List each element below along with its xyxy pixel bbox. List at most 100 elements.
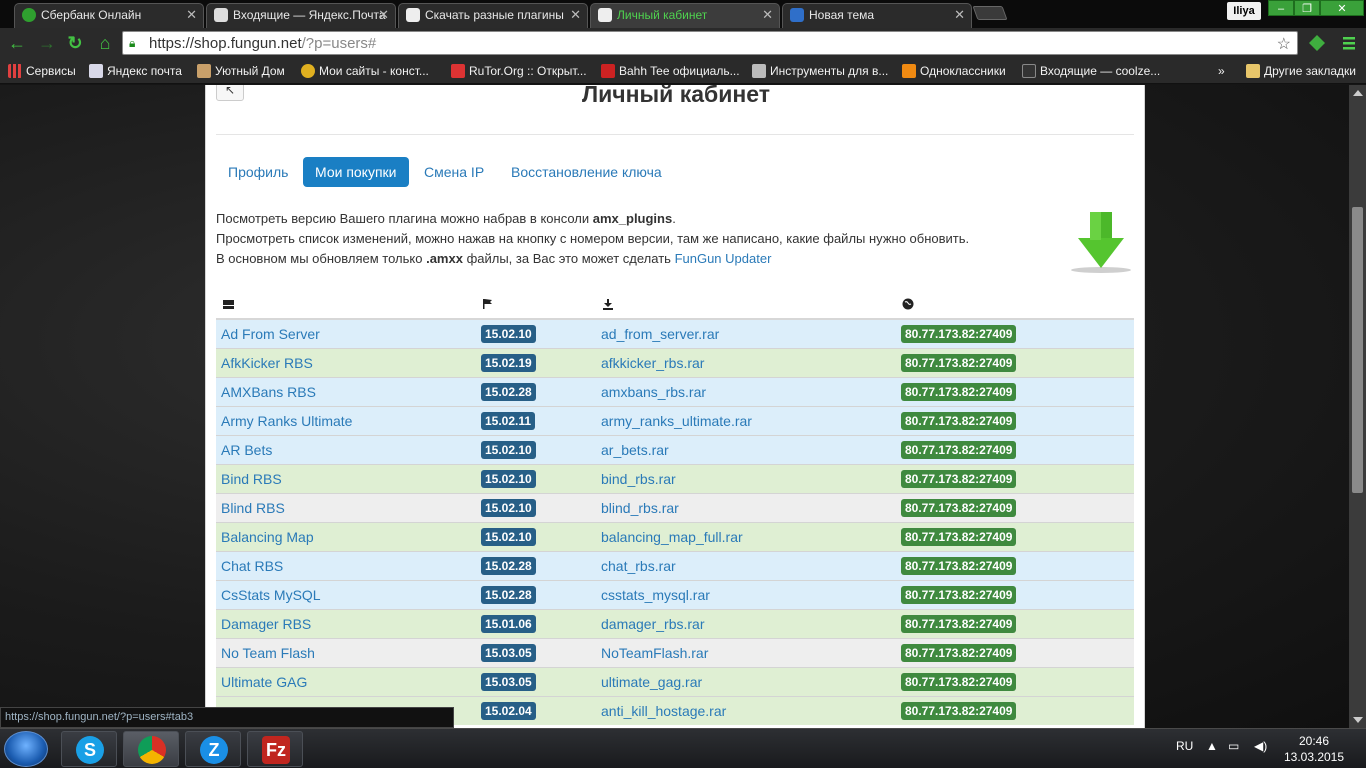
other-bookmarks[interactable]: Другие закладки xyxy=(1246,62,1356,80)
download-file-link[interactable]: csstats_mysql.rar xyxy=(601,587,710,603)
version-badge[interactable]: 15.02.28 xyxy=(481,556,536,575)
plugin-name-link[interactable]: AMXBans RBS xyxy=(221,384,316,400)
minimize-button[interactable]: – xyxy=(1268,0,1294,16)
input-language[interactable]: RU xyxy=(1176,739,1193,753)
plugin-name-link[interactable]: Bind RBS xyxy=(221,471,282,487)
reload-icon[interactable]: ↻ xyxy=(64,32,86,54)
version-badge[interactable]: 15.02.04 xyxy=(481,701,536,720)
home-icon[interactable]: ⌂ xyxy=(94,32,116,54)
taskbar-app-filezilla[interactable]: Fz xyxy=(247,731,303,767)
plugin-name-link[interactable]: Army Ranks Ultimate xyxy=(221,413,352,429)
version-badge[interactable]: 15.02.28 xyxy=(481,585,536,604)
fungun-updater-link[interactable]: FunGun Updater xyxy=(675,251,772,266)
start-button[interactable] xyxy=(4,731,48,767)
download-file-link[interactable]: ad_from_server.rar xyxy=(601,326,719,342)
new-tab-button[interactable] xyxy=(972,6,1008,20)
plugin-name-link[interactable]: Damager RBS xyxy=(221,616,311,632)
scroll-thumb[interactable] xyxy=(1352,207,1363,493)
plugin-name-link[interactable]: AfkKicker RBS xyxy=(221,355,313,371)
bookmark-odnoklassniki[interactable]: Одноклассники xyxy=(902,62,1006,80)
star-icon[interactable]: ☆ xyxy=(1277,34,1291,54)
back-icon[interactable]: ← xyxy=(6,32,28,54)
close-icon[interactable]: ✕ xyxy=(570,4,581,26)
download-file-link[interactable]: ultimate_gag.rar xyxy=(601,674,702,690)
tray-expand-icon[interactable]: ▲ xyxy=(1206,739,1218,753)
tab-yandex-mail[interactable]: Входящие — Яндекс.Почта ✕ xyxy=(206,3,396,28)
download-file-link[interactable]: afkkicker_rbs.rar xyxy=(601,355,704,371)
download-file-link[interactable]: blind_rbs.rar xyxy=(601,500,679,516)
tab-my-purchases[interactable]: Мои покупки xyxy=(303,157,409,187)
version-badge[interactable]: 15.02.10 xyxy=(481,324,536,343)
tab-profile[interactable]: Профиль xyxy=(216,157,300,187)
tab-sberbank[interactable]: Сбербанк Онлайн ✕ xyxy=(14,3,204,28)
close-window-button[interactable]: ✕ xyxy=(1320,0,1364,16)
close-icon[interactable]: ✕ xyxy=(762,4,773,26)
plugin-name-cell: Ultimate GAG xyxy=(216,666,476,696)
scroll-down-arrow[interactable] xyxy=(1353,717,1363,723)
plugin-name-link[interactable]: Ultimate GAG xyxy=(221,674,307,690)
bookmark-sites[interactable]: Мои сайты - конст... xyxy=(301,62,429,80)
tab-change-ip[interactable]: Смена IP xyxy=(412,157,496,187)
bookmark-yandex-mail[interactable]: Яндекс почта xyxy=(89,62,182,80)
address-bar[interactable]: 🔒︎ https://shop.fungun.net/?p=users# ☆ xyxy=(122,31,1298,55)
taskbar-app-zona[interactable]: Z xyxy=(185,731,241,767)
download-file-link[interactable]: amxbans_rbs.rar xyxy=(601,384,706,400)
system-clock[interactable]: 20:46 13.03.2015 xyxy=(1282,733,1346,765)
plugin-name-link[interactable]: Blind RBS xyxy=(221,500,285,516)
bookmark-home[interactable]: Уютный Дом xyxy=(197,62,285,80)
tab-cabinet[interactable]: Личный кабинет ✕ xyxy=(590,3,780,28)
profile-name[interactable]: Iliya xyxy=(1227,2,1261,20)
version-badge[interactable]: 15.03.05 xyxy=(481,672,536,691)
bookmark-tools[interactable]: Инструменты для в... xyxy=(752,62,888,80)
version-badge[interactable]: 15.02.11 xyxy=(481,411,536,430)
download-file-link[interactable]: chat_rbs.rar xyxy=(601,558,676,574)
plugin-name-link[interactable]: AR Bets xyxy=(221,442,272,458)
bookmark-inbox[interactable]: Входящие — coolze... xyxy=(1022,62,1160,80)
volume-icon[interactable]: ◀) xyxy=(1254,739,1267,753)
network-icon[interactable]: ▭ xyxy=(1228,739,1239,753)
file-cell: afkkicker_rbs.rar xyxy=(596,347,896,377)
version-badge[interactable]: 15.02.19 xyxy=(481,353,536,372)
extension-icon[interactable] xyxy=(1308,34,1326,52)
maximize-button[interactable]: ❐ xyxy=(1294,0,1320,16)
server-icon xyxy=(223,300,234,309)
download-file-link[interactable]: NoTeamFlash.rar xyxy=(601,645,708,661)
bookmark-bahh-tee[interactable]: Bahh Tee официаль... xyxy=(601,62,740,80)
download-file-link[interactable]: army_ranks_ultimate.rar xyxy=(601,413,752,429)
close-icon[interactable]: ✕ xyxy=(378,4,389,26)
version-badge[interactable]: 15.02.10 xyxy=(481,469,536,488)
menu-icon[interactable] xyxy=(1340,34,1358,52)
version-cell: 15.01.06 xyxy=(476,608,596,638)
download-file-link[interactable]: ar_bets.rar xyxy=(601,442,669,458)
plugin-name-link[interactable]: CsStats MySQL xyxy=(221,587,321,603)
plugin-name-link[interactable]: Ad From Server xyxy=(221,326,320,342)
scroll-up-arrow[interactable] xyxy=(1353,90,1363,96)
plugin-name-link[interactable]: No Team Flash xyxy=(221,645,315,661)
version-badge[interactable]: 15.02.10 xyxy=(481,498,536,517)
plugin-name-link[interactable]: Chat RBS xyxy=(221,558,283,574)
bookmark-services[interactable]: Сервисы xyxy=(8,62,76,80)
server-badge: 80.77.173.82:27409 xyxy=(901,556,1017,575)
version-badge[interactable]: 15.02.10 xyxy=(481,440,536,459)
close-icon[interactable]: ✕ xyxy=(954,4,965,26)
download-file-link[interactable]: balancing_map_full.rar xyxy=(601,529,743,545)
bookmark-rutor[interactable]: RuTor.Org :: Открыт... xyxy=(451,62,587,80)
version-badge[interactable]: 15.03.05 xyxy=(481,643,536,662)
tab-key-recovery[interactable]: Восстановление ключа xyxy=(499,157,674,187)
download-file-link[interactable]: bind_rbs.rar xyxy=(601,471,676,487)
table-row: Chat RBS 15.02.28 chat_rbs.rar 80.77.173.82… xyxy=(216,550,1134,580)
download-file-link[interactable]: damager_rbs.rar xyxy=(601,616,705,632)
tab-plugins[interactable]: Скачать разные плагины ✕ xyxy=(398,3,588,28)
version-badge[interactable]: 15.02.28 xyxy=(481,382,536,401)
bookmarks-overflow-button[interactable]: » xyxy=(1218,62,1225,80)
forward-icon[interactable]: → xyxy=(36,32,58,54)
plugin-name-link[interactable]: Balancing Map xyxy=(221,529,314,545)
taskbar-app-skype[interactable]: S xyxy=(61,731,117,767)
close-icon[interactable]: ✕ xyxy=(186,4,197,26)
tab-new-topic[interactable]: Новая тема ✕ xyxy=(782,3,972,28)
version-badge[interactable]: 15.02.10 xyxy=(481,527,536,546)
taskbar-app-chrome[interactable] xyxy=(123,731,179,767)
page-scrollbar[interactable] xyxy=(1349,85,1366,728)
download-file-link[interactable]: anti_kill_hostage.rar xyxy=(601,703,726,719)
version-badge[interactable]: 15.01.06 xyxy=(481,614,536,633)
